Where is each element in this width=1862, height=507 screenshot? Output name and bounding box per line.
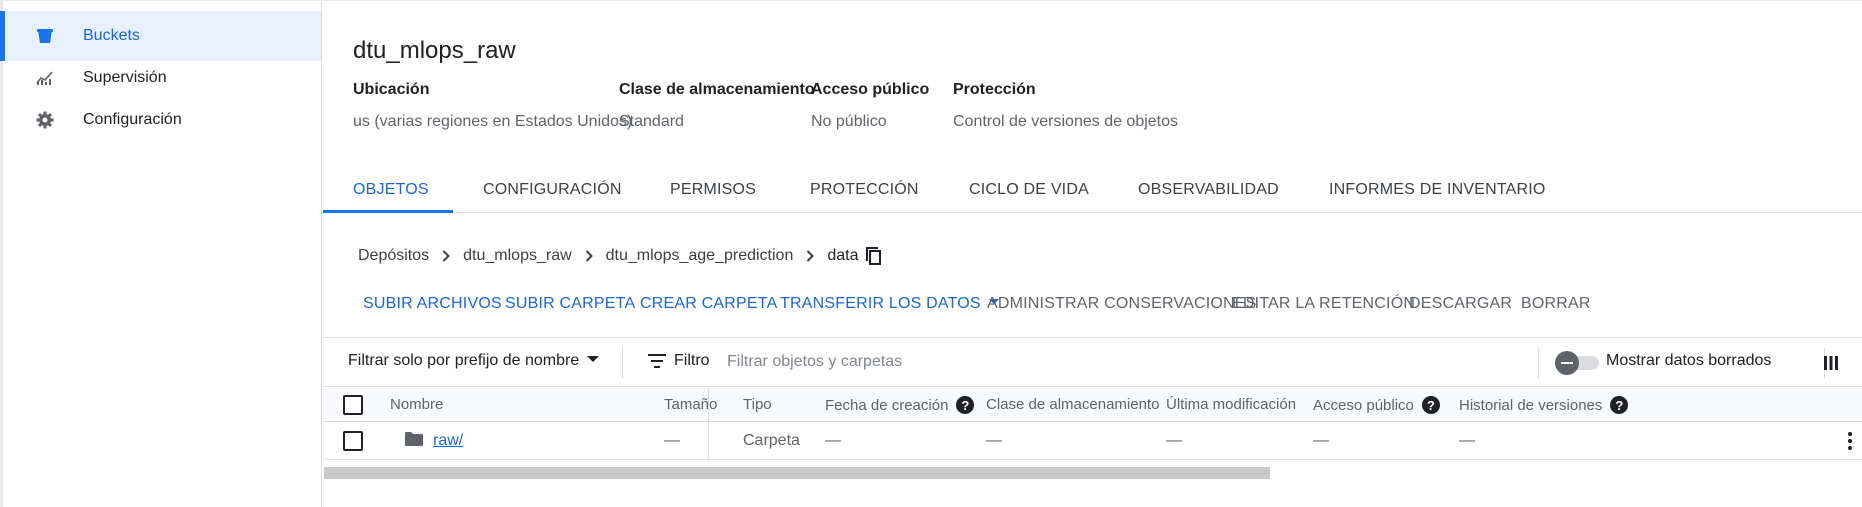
property-value: No público: [811, 113, 887, 130]
divider: [1538, 348, 1539, 378]
column-header-storage-class[interactable]: Clase de almacenamiento: [986, 396, 1159, 413]
download-button[interactable]: DESCARGAR: [1409, 295, 1512, 313]
storage-app: Buckets Supervisión Configuración dtu_ml…: [0, 0, 1862, 507]
filter-icon: [648, 354, 666, 368]
filter-bar: Filtrar solo por prefijo de nombre Filtr…: [323, 337, 1862, 387]
sidebar-item-settings[interactable]: Configuración: [3, 95, 321, 145]
action-bar: SUBIR ARCHIVOS SUBIR CARPETA CREAR CARPE…: [323, 291, 1862, 321]
column-header-label: Acceso público: [1313, 396, 1414, 414]
column-header-type[interactable]: Tipo: [743, 396, 772, 413]
select-all-checkbox[interactable]: [343, 395, 363, 415]
property-label: Acceso público: [811, 81, 930, 98]
column-display-icon[interactable]: [1821, 353, 1841, 373]
sidebar-item-label: Buckets: [83, 27, 140, 44]
caret-down-icon: [587, 355, 600, 362]
delete-button[interactable]: BORRAR: [1521, 295, 1591, 313]
filter-label: Filtro: [674, 352, 710, 369]
tab-protection[interactable]: PROTECCIÓN: [810, 181, 919, 199]
cell-storage-class: —: [986, 432, 1002, 449]
breadcrumb-item[interactable]: dtu_mlops_age_prediction: [606, 247, 794, 265]
chevron-right-icon: [439, 249, 453, 263]
cell-type: Carpeta: [743, 432, 800, 449]
breadcrumb-current: data: [827, 247, 859, 264]
tab-permissions[interactable]: PERMISOS: [670, 181, 756, 199]
column-header-size[interactable]: Tamaño: [664, 396, 717, 413]
transfer-data-button[interactable]: TRANSFERIR LOS DATOS: [780, 295, 999, 313]
breadcrumb-item[interactable]: dtu_mlops_raw: [463, 247, 572, 265]
main-content: dtu_mlops_raw Ubicación us (varias regio…: [323, 1, 1862, 507]
tab-observability[interactable]: OBSERVABILIDAD: [1138, 181, 1279, 199]
column-header-name[interactable]: Nombre: [390, 396, 443, 413]
sidebar-item-label: Supervisión: [83, 69, 167, 86]
transfer-data-label: TRANSFERIR LOS DATOS: [780, 295, 981, 312]
gear-icon: [33, 108, 57, 132]
column-header-created[interactable]: Fecha de creación?: [825, 396, 975, 414]
property-protection: Protección Control de versiones de objet…: [953, 81, 1178, 131]
help-icon[interactable]: ?: [1610, 396, 1629, 414]
bucket-icon: [33, 24, 57, 48]
folder-link[interactable]: raw/: [433, 432, 463, 450]
row-checkbox[interactable]: [343, 431, 363, 451]
tab-bar: OBJETOS CONFIGURACIÓN PERMISOS PROTECCIÓ…: [323, 171, 1862, 213]
toggle-knob: [1555, 351, 1579, 375]
property-public-access: Acceso público No público: [811, 81, 929, 131]
show-deleted-toggle[interactable]: [1555, 351, 1601, 375]
column-header-label: Tamaño: [664, 396, 718, 413]
column-header-version-history[interactable]: Historial de versiones?: [1459, 396, 1629, 414]
tab-lifecycle[interactable]: CICLO DE VIDA: [969, 181, 1089, 199]
property-label: Protección: [953, 81, 1036, 98]
divider: [622, 348, 623, 378]
tab-configuration[interactable]: CONFIGURACIÓN: [483, 181, 622, 199]
column-header-public-access[interactable]: Acceso público?: [1313, 396, 1440, 414]
column-header-label: Nombre: [390, 396, 444, 413]
column-header-label: Última modificación: [1166, 396, 1297, 413]
folder-icon: [405, 431, 425, 449]
prefix-filter-label: Filtrar solo por prefijo de nombre: [348, 352, 580, 369]
table-header: Nombre Tamaño Tipo Fecha de creación? Cl…: [323, 388, 1862, 422]
property-location: Ubicación us (varias regiones en Estados…: [353, 81, 632, 131]
cell-modified: —: [1166, 432, 1182, 449]
help-icon[interactable]: ?: [1421, 396, 1440, 414]
column-header-modified[interactable]: Última modificación: [1166, 396, 1296, 413]
property-value: Standard: [619, 113, 684, 130]
filter-input[interactable]: [727, 346, 1327, 378]
cell-public-access: —: [1313, 432, 1329, 449]
show-deleted-label: Mostrar datos borrados: [1606, 352, 1772, 369]
table-row: raw/ — Carpeta — — — — —: [323, 422, 1862, 460]
filter-button[interactable]: Filtro: [648, 352, 710, 370]
chevron-right-icon: [582, 249, 596, 263]
property-label: Clase de almacenamiento: [619, 81, 815, 98]
breadcrumb-item[interactable]: Depósitos: [358, 247, 429, 265]
property-storage-class: Clase de almacenamiento Standard: [619, 81, 815, 131]
monitoring-icon: [33, 66, 57, 90]
sidebar: Buckets Supervisión Configuración: [0, 1, 322, 507]
more-options-icon[interactable]: [1845, 430, 1855, 452]
sidebar-item-label: Configuración: [83, 111, 182, 128]
prefix-filter-dropdown[interactable]: Filtrar solo por prefijo de nombre: [348, 352, 600, 370]
column-header-label: Clase de almacenamiento: [986, 396, 1160, 413]
cell-created: —: [825, 432, 841, 449]
property-value: us (varias regiones en Estados Unidos): [353, 113, 633, 130]
cell-version-history: —: [1459, 432, 1475, 449]
manage-holds-button[interactable]: ADMINISTRAR CONSERVACIONES: [987, 295, 1257, 313]
property-label: Ubicación: [353, 81, 430, 98]
property-value: Control de versiones de objetos: [953, 113, 1179, 130]
help-icon[interactable]: ?: [956, 396, 975, 414]
upload-folder-button[interactable]: SUBIR CARPETA: [505, 295, 635, 313]
tab-objects[interactable]: OBJETOS: [353, 181, 429, 199]
column-header-label: Historial de versiones: [1459, 396, 1603, 414]
tab-inventory-reports[interactable]: INFORMES DE INVENTARIO: [1329, 181, 1546, 199]
upload-files-button[interactable]: SUBIR ARCHIVOS: [363, 295, 502, 313]
chevron-right-icon: [803, 249, 817, 263]
column-header-label: Tipo: [743, 396, 772, 413]
page-title: dtu_mlops_raw: [353, 37, 516, 64]
breadcrumb: Depósitos dtu_mlops_raw dtu_mlops_age_pr…: [358, 247, 882, 265]
edit-retention-button[interactable]: EDITAR LA RETENCIÓN: [1232, 295, 1415, 313]
cell-size: —: [664, 432, 680, 449]
active-tab-indicator: [323, 210, 453, 213]
column-header-label: Fecha de creación: [825, 396, 949, 414]
create-folder-button[interactable]: CREAR CARPETA: [640, 295, 777, 313]
copy-icon[interactable]: [866, 247, 882, 265]
horizontal-scrollbar[interactable]: [324, 467, 1270, 479]
